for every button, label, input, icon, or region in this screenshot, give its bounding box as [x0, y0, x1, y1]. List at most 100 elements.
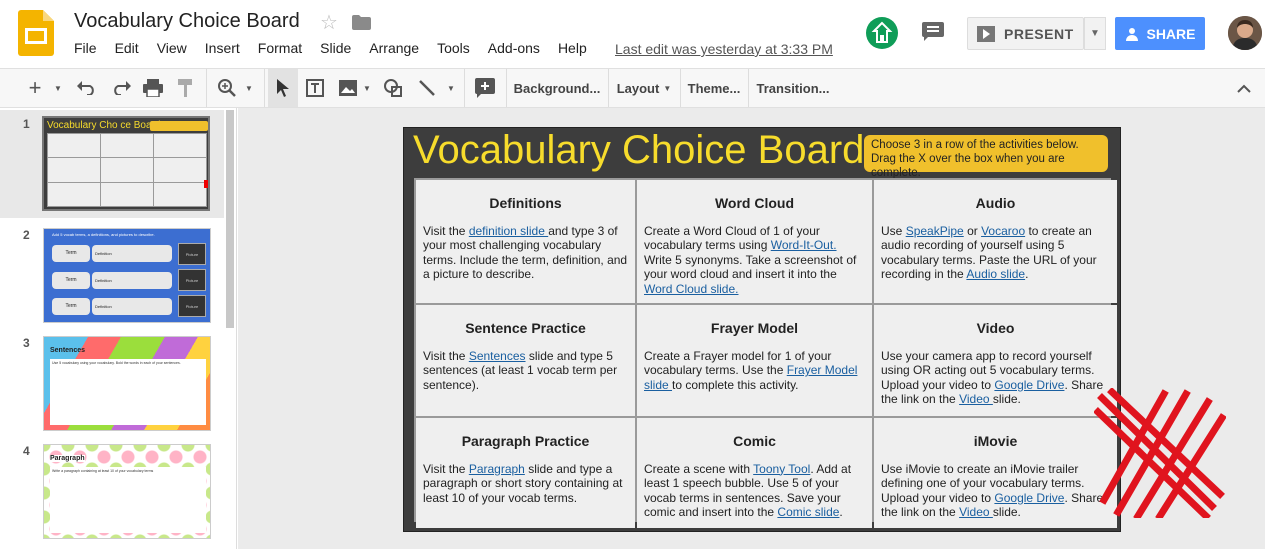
- collaborator-icon[interactable]: [866, 17, 898, 49]
- cell-paragraph-practice[interactable]: Paragraph Practice Visit the Paragraph s…: [416, 418, 635, 528]
- present-dropdown-button[interactable]: ▼: [1084, 17, 1106, 50]
- cell-definitions[interactable]: Definitions Visit the definition slide a…: [416, 180, 635, 303]
- google-drive-link[interactable]: Google Drive: [994, 378, 1064, 392]
- cell-frayer-model[interactable]: Frayer Model Create a Frayer model for 1…: [637, 305, 872, 416]
- word-it-out-link[interactable]: Word-It-Out.: [771, 238, 837, 252]
- redo-icon[interactable]: [108, 69, 134, 107]
- thumbnail-instruction: [150, 121, 208, 131]
- document-title[interactable]: Vocabulary Choice Board: [74, 10, 300, 33]
- toony-tool-link[interactable]: Toony Tool: [753, 462, 810, 476]
- sentences-link[interactable]: Sentences: [469, 349, 526, 363]
- cell-sentence-practice[interactable]: Sentence Practice Visit the Sentences sl…: [416, 305, 635, 416]
- paint-format-icon[interactable]: [174, 69, 198, 107]
- add-comment-icon[interactable]: [472, 69, 498, 107]
- slide-thumbnail-3[interactable]: Sentences Use 5 vocabulary using your vo…: [43, 336, 211, 431]
- slide-number: 4: [23, 444, 30, 458]
- comic-slide-link[interactable]: Comic slide: [777, 505, 839, 519]
- chevron-down-icon[interactable]: ▼: [444, 69, 458, 107]
- chevron-down-icon: ▼: [1090, 28, 1100, 39]
- cell-title: iMovie: [973, 433, 1018, 449]
- collapse-icon[interactable]: [1234, 69, 1254, 107]
- slide-number: 3: [23, 336, 30, 350]
- thumbnail-term: Term: [52, 298, 90, 315]
- line-icon[interactable]: [414, 69, 440, 107]
- slide-title[interactable]: Vocabulary Choice Board: [413, 128, 864, 173]
- thumbnail-definition: Definition: [92, 245, 172, 262]
- menu-view[interactable]: View: [157, 40, 187, 60]
- cell-body: Use iMovie to create an iMovie trailer d…: [881, 462, 1110, 520]
- menu-arrange[interactable]: Arrange: [369, 40, 419, 60]
- cell-text: or: [963, 223, 982, 238]
- cell-audio[interactable]: Audio Use SpeakPipe or Vocaroo to create…: [874, 180, 1117, 303]
- google-drive-link[interactable]: Google Drive: [994, 491, 1064, 505]
- avatar[interactable]: [1228, 16, 1262, 50]
- cell-body: Create a scene with Toony Tool. Add at l…: [644, 462, 865, 520]
- cell-imovie[interactable]: iMovie Use iMovie to create an iMovie tr…: [874, 418, 1117, 528]
- layout-button[interactable]: Layout ▼: [614, 69, 674, 107]
- menu-tools[interactable]: Tools: [437, 40, 470, 60]
- theme-button[interactable]: Theme...: [684, 69, 744, 107]
- cell-text: Visit the: [423, 348, 469, 363]
- thumbnail-title: Vocabulary Cho ce Board: [47, 120, 161, 131]
- cell-body: Create a Word Cloud of 1 of your vocabul…: [644, 224, 865, 297]
- menu-help[interactable]: Help: [558, 40, 587, 60]
- image-icon[interactable]: [336, 69, 360, 107]
- paragraph-link[interactable]: Paragraph: [469, 462, 525, 476]
- new-slide-icon[interactable]: +: [22, 69, 48, 107]
- last-edit-link[interactable]: Last edit was yesterday at 3:33 PM: [615, 41, 833, 57]
- speakpipe-link[interactable]: SpeakPipe: [906, 224, 964, 238]
- cell-title: Sentence Practice: [465, 320, 586, 336]
- chevron-down-icon[interactable]: ▼: [242, 69, 256, 107]
- cell-title: Video: [976, 320, 1015, 336]
- cell-title: Audio: [975, 195, 1016, 211]
- slide-thumbnail-4[interactable]: Paragraph Write a paragraph containing a…: [43, 444, 211, 539]
- cell-body: Visit the definition slide and type 3 of…: [423, 224, 628, 282]
- thumbnail-body: Write a paragraph containing at least 10…: [50, 467, 206, 533]
- cell-title: Definitions: [489, 195, 562, 211]
- chevron-down-icon: ▼: [663, 83, 672, 93]
- vocaroo-link[interactable]: Vocaroo: [981, 224, 1025, 238]
- chevron-down-icon[interactable]: ▼: [50, 69, 66, 107]
- present-button[interactable]: PRESENT: [967, 17, 1084, 50]
- transition-button[interactable]: Transition...: [754, 69, 832, 107]
- cell-comic[interactable]: Comic Create a scene with Toony Tool. Ad…: [637, 418, 872, 528]
- definition-slide-link[interactable]: definition slide: [469, 224, 548, 238]
- star-icon[interactable]: ☆: [320, 10, 338, 35]
- transition-label: Transition...: [756, 80, 830, 96]
- slide-thumbnail-2[interactable]: Add 5 vocab terms, a definitions, and pi…: [43, 228, 211, 323]
- undo-icon[interactable]: [74, 69, 100, 107]
- menu-format[interactable]: Format: [258, 40, 302, 60]
- menu-insert[interactable]: Insert: [205, 40, 240, 60]
- shape-icon[interactable]: [380, 69, 406, 107]
- slides-logo-icon[interactable]: [18, 10, 54, 56]
- cell-word-cloud[interactable]: Word Cloud Create a Word Cloud of 1 of y…: [637, 180, 872, 303]
- menu-edit[interactable]: Edit: [115, 40, 139, 60]
- cell-video[interactable]: Video Use your camera app to record your…: [874, 305, 1117, 416]
- select-cursor-icon[interactable]: [268, 69, 298, 107]
- filmstrip-scrollbar[interactable]: [226, 110, 234, 328]
- text-box-icon[interactable]: [302, 69, 328, 107]
- cell-text: Write 5 synonyms. Take a screenshot of y…: [644, 252, 857, 282]
- word-cloud-slide-link[interactable]: Word Cloud slide.: [644, 282, 739, 296]
- zoom-icon[interactable]: [216, 69, 238, 107]
- menu-file[interactable]: File: [74, 40, 97, 60]
- menu-slide[interactable]: Slide: [320, 40, 351, 60]
- audio-slide-link[interactable]: Audio slide: [966, 267, 1025, 281]
- background-button[interactable]: Background...: [512, 69, 602, 107]
- red-x-mark-icon[interactable]: [1094, 388, 1226, 518]
- comment-icon[interactable]: [922, 22, 944, 42]
- folder-icon[interactable]: [352, 15, 371, 30]
- menu-addons[interactable]: Add-ons: [488, 40, 540, 60]
- video-slide-link[interactable]: Video: [959, 392, 993, 406]
- cell-title: Word Cloud: [714, 195, 795, 211]
- video-slide-link[interactable]: Video: [959, 505, 993, 519]
- print-icon[interactable]: [140, 69, 166, 107]
- cell-text: to complete this activity.: [672, 377, 799, 392]
- cell-text: .: [1025, 267, 1029, 282]
- instruction-box[interactable]: Choose 3 in a row of the activities belo…: [864, 135, 1108, 179]
- thumbnail-caption: Write a paragraph containing at least 10…: [52, 469, 154, 473]
- share-button[interactable]: SHARE: [1115, 17, 1205, 50]
- slide-thumbnail-1[interactable]: Vocabulary Cho ce Board: [42, 116, 210, 211]
- play-icon: [977, 25, 995, 42]
- chevron-down-icon[interactable]: ▼: [360, 69, 374, 107]
